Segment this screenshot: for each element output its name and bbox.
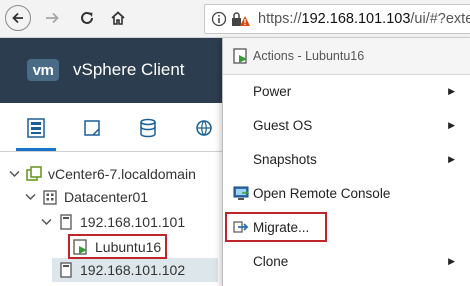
host-icon [58,214,74,230]
vm-label: Lubuntu16 [95,238,162,255]
back-arrow-icon [12,12,23,24]
reload-button[interactable] [74,5,100,31]
address-bar[interactable]: https://192.168.101.103/ui/#?exter [204,4,470,34]
menu-header: Actions - Lubuntu16 [223,38,470,75]
tab-storage[interactable] [136,117,160,139]
url-text: https://192.168.101.103/ui/#?exter [258,11,470,27]
url-scheme: https:// [258,11,302,27]
url-host: 192.168.101.103 [301,11,411,27]
tab-vms-and-templates[interactable] [80,117,104,139]
vcenter-label: vCenter6-7.localdomain [48,166,196,182]
tab-networking[interactable] [192,117,216,139]
menu-item-label: Guest OS [253,117,313,133]
submenu-arrow-icon: ▶ [448,85,455,96]
url-path: /ui/#?exter [410,11,470,27]
vcenter-icon [26,166,42,182]
lock-warning-icon[interactable] [231,11,251,27]
migrate-highlight-box [225,212,327,242]
storage-icon [140,118,156,138]
tree-node-host-101[interactable]: 192.168.101.101 [40,211,185,233]
console-icon [233,186,249,200]
chevron-down-icon[interactable] [40,216,52,228]
submenu-arrow-icon: ▶ [448,255,455,266]
chevron-down-icon[interactable] [24,191,36,203]
tree-node-vm-lubuntu16[interactable]: Lubuntu16 [68,234,168,259]
menu-item-open-remote-console[interactable]: Open Remote Console [223,176,470,210]
vm-icon [233,48,247,64]
datacenter-label: Datacenter01 [64,189,149,205]
chevron-down-icon[interactable] [8,168,20,180]
home-button[interactable] [105,5,131,31]
menu-item-snapshots[interactable]: Snapshots ▶ [223,142,470,176]
host-102-label: 192.168.101.102 [80,262,186,278]
tree-node-vcenter[interactable]: vCenter6-7.localdomain [8,163,196,185]
tab-hosts-and-clusters[interactable] [16,117,56,151]
submenu-arrow-icon: ▶ [448,119,455,130]
menu-item-label: Power [253,83,292,99]
submenu-arrow-icon: ▶ [448,153,455,164]
browser-toolbar: https://192.168.101.103/ui/#?exter [0,0,470,38]
menu-header-title: Actions - Lubuntu16 [253,49,365,63]
vmware-logo: vm [27,59,59,81]
navigator-tabs [0,103,222,152]
menu-item-clone[interactable]: Clone ▶ [223,244,470,278]
actions-context-menu: Actions - Lubuntu16 Power ▶ Guest OS ▶ S… [222,38,470,286]
menu-item-label: Clone [253,253,289,269]
forward-arrow-icon [46,12,59,24]
tree-node-datacenter[interactable]: Datacenter01 [24,186,148,208]
home-icon [111,11,125,25]
networking-icon [196,120,212,136]
reload-icon [81,11,93,24]
forward-button[interactable] [39,5,65,31]
vm-icon [73,238,89,255]
info-icon[interactable] [211,11,227,27]
hosts-and-clusters-icon [27,118,45,138]
back-button[interactable] [5,5,31,31]
app-title: vSphere Client [73,60,185,79]
host-101-label: 192.168.101.101 [80,214,186,230]
tree-node-host-102[interactable]: 192.168.101.102 [58,259,185,281]
host-icon [58,262,74,278]
menu-item-power[interactable]: Power ▶ [223,74,470,108]
menu-item-guest-os[interactable]: Guest OS ▶ [223,108,470,142]
menu-item-label: Open Remote Console [253,185,391,201]
vms-and-templates-icon [84,120,100,136]
datacenter-icon [42,189,58,205]
menu-item-label: Snapshots [253,151,317,167]
